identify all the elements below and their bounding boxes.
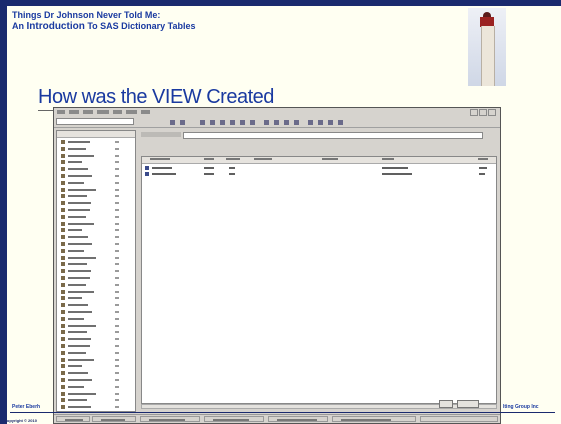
library-icon bbox=[61, 160, 65, 165]
list-item bbox=[145, 166, 495, 170]
library-icon bbox=[61, 194, 65, 199]
library-tree-header bbox=[57, 131, 135, 138]
library-icon bbox=[61, 282, 65, 287]
library-icon bbox=[61, 330, 65, 335]
library-icon bbox=[61, 337, 65, 342]
slide: Things Dr Johnson Never Told Me: An Intr… bbox=[0, 0, 561, 424]
library-icon bbox=[61, 364, 65, 369]
library-icon bbox=[61, 391, 65, 396]
library-icon bbox=[61, 167, 65, 172]
toolbar-icon bbox=[328, 120, 333, 125]
footer-right: lting Group Inc bbox=[503, 404, 539, 410]
toolbar-icon bbox=[274, 120, 279, 125]
slide-title: How was the VIEW Created bbox=[38, 86, 274, 108]
toolbar-icon bbox=[210, 120, 215, 125]
toolbar-icon bbox=[294, 120, 299, 125]
ok-button bbox=[439, 400, 453, 408]
toolbar-icon bbox=[180, 120, 185, 125]
toolbar-icon bbox=[170, 120, 175, 125]
library-icon bbox=[61, 187, 65, 192]
library-icon bbox=[61, 221, 65, 226]
toolbar-icon bbox=[318, 120, 323, 125]
header-title: Things Dr Johnson Never Told Me: An Intr… bbox=[12, 10, 196, 32]
library-icon bbox=[61, 208, 65, 212]
library-icon bbox=[61, 310, 65, 314]
library-icon bbox=[61, 344, 65, 348]
library-icon bbox=[61, 269, 65, 274]
footer-left: Peter Eberh bbox=[12, 404, 41, 410]
command-combo bbox=[56, 118, 134, 125]
library-tree bbox=[56, 130, 136, 412]
toolbar-icon bbox=[240, 120, 245, 125]
header-line-1: Things Dr Johnson Never Told Me: bbox=[12, 10, 161, 20]
cancel-button bbox=[457, 400, 479, 408]
toolbar-icon bbox=[338, 120, 343, 125]
library-icon bbox=[61, 228, 65, 233]
lighthouse-image bbox=[468, 8, 506, 86]
copyright: Copyright © 2010 bbox=[4, 418, 37, 423]
toolbar-icon bbox=[264, 120, 269, 125]
column-headers bbox=[142, 157, 496, 164]
library-icon bbox=[61, 146, 65, 151]
toolbar-icon bbox=[220, 120, 225, 125]
library-icon bbox=[61, 323, 65, 328]
library-icon bbox=[61, 405, 65, 410]
library-icon bbox=[61, 276, 65, 280]
menu-bar bbox=[54, 108, 500, 116]
toolbar-icon bbox=[230, 120, 235, 125]
library-icon bbox=[61, 153, 65, 158]
library-icon bbox=[61, 316, 65, 321]
library-icon bbox=[61, 350, 65, 355]
library-icon bbox=[61, 303, 65, 308]
address-label bbox=[141, 132, 181, 137]
contents-list bbox=[141, 156, 497, 404]
contents-panel bbox=[139, 130, 499, 412]
library-icon bbox=[61, 378, 65, 382]
toolbar-icon bbox=[250, 120, 255, 125]
library-icon bbox=[61, 201, 65, 206]
library-icon bbox=[61, 242, 65, 246]
library-icon bbox=[61, 371, 65, 376]
library-icon bbox=[61, 255, 65, 260]
library-icon bbox=[61, 262, 65, 267]
footer-line bbox=[10, 412, 555, 413]
library-icon bbox=[61, 296, 65, 301]
address-field bbox=[183, 132, 483, 139]
top-border bbox=[0, 0, 561, 6]
taskbar bbox=[54, 414, 500, 423]
toolbar-icon bbox=[308, 120, 313, 125]
library-icon bbox=[61, 180, 65, 185]
library-icon bbox=[61, 214, 65, 219]
library-icon bbox=[61, 398, 65, 403]
library-icon bbox=[61, 235, 65, 240]
library-icon bbox=[61, 357, 65, 362]
library-icon bbox=[61, 248, 65, 253]
embedded-sas-explorer-screenshot bbox=[53, 107, 501, 424]
list-item bbox=[145, 172, 495, 176]
library-icon bbox=[61, 140, 65, 144]
library-icon bbox=[61, 174, 65, 178]
left-border bbox=[0, 0, 7, 424]
header-line-2: An Introduction To SAS Dictionary Tables bbox=[12, 21, 196, 32]
toolbar-icon bbox=[200, 120, 205, 125]
library-icon bbox=[61, 289, 65, 294]
toolbar-icon bbox=[284, 120, 289, 125]
library-icon bbox=[61, 384, 65, 389]
